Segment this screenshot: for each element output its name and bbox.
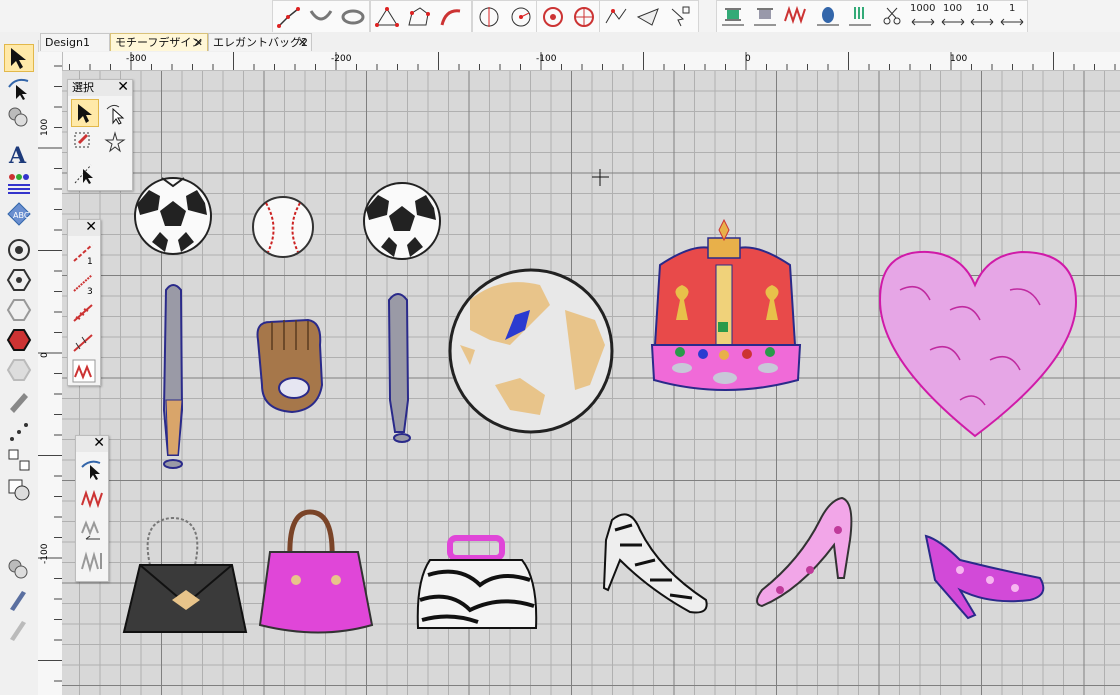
thread-spool-2-icon[interactable]	[749, 2, 781, 32]
pen-gray-icon[interactable]	[4, 616, 34, 644]
svg-text:A: A	[8, 143, 27, 167]
polygon-icon[interactable]	[403, 2, 435, 32]
hexagon-swirl-icon[interactable]	[4, 296, 34, 324]
select-palette: 選択 ✕	[67, 79, 133, 191]
toolbar-group-shapes	[370, 0, 472, 33]
fork-icon[interactable]	[844, 2, 876, 32]
tab-design1[interactable]: Design1	[40, 33, 110, 51]
ruler-label: -300	[126, 54, 147, 64]
point-select-icon[interactable]	[71, 159, 99, 187]
center-circle-icon[interactable]	[473, 2, 505, 32]
close-icon[interactable]: ✕	[85, 219, 97, 235]
zigzag-icon[interactable]	[781, 2, 813, 32]
vertical-ruler-ticks	[38, 65, 62, 682]
pen-icon[interactable]	[4, 388, 34, 416]
fill-select-icon[interactable]	[78, 455, 106, 483]
close-icon[interactable]: ✕	[93, 435, 105, 451]
tab-motif-design[interactable]: モチーフデザイン ✕	[110, 33, 208, 51]
running-stitch-1-icon[interactable]: 1	[70, 239, 98, 267]
tab-label: Design1	[45, 36, 90, 49]
ruler-label: 0	[745, 54, 751, 64]
tab-elegant-bag2[interactable]: エレガントバッグ2 ✕	[208, 33, 312, 51]
lasso-select-icon[interactable]	[101, 99, 129, 127]
left-toolbar: A ABC	[0, 40, 39, 695]
color-boxes-icon[interactable]	[4, 446, 34, 474]
digitize-line-icon[interactable]	[273, 2, 305, 32]
tab-label: モチーフデザイン	[115, 36, 203, 49]
team-names-icon[interactable]	[4, 170, 34, 198]
zigzag-stitch-icon[interactable]	[70, 357, 98, 385]
arc-icon[interactable]	[305, 2, 337, 32]
toolbar-group-stitch: 1000 100 10 1	[716, 0, 1028, 33]
shape-combine-icon[interactable]	[4, 476, 34, 504]
stitch-10-button[interactable]: 10	[967, 2, 997, 32]
plane-icon[interactable]	[632, 2, 664, 32]
svg-text:3: 3	[87, 287, 93, 295]
polyline-icon[interactable]	[600, 2, 632, 32]
close-icon[interactable]: ✕	[194, 34, 203, 52]
hexagon-gray-icon[interactable]	[4, 356, 34, 384]
star-select-icon[interactable]	[101, 129, 129, 157]
feather-stitch-icon[interactable]	[70, 329, 98, 357]
tab-label: エレガントバッグ2	[213, 36, 308, 49]
reshape-icon[interactable]	[4, 74, 34, 102]
top-toolbar: 1000 100 10 1	[0, 0, 1120, 33]
circle-target-icon[interactable]	[4, 236, 34, 264]
text-icon[interactable]: A	[4, 140, 34, 168]
monogram-icon[interactable]: ABC	[4, 200, 34, 228]
hexagon-filled-icon[interactable]	[4, 326, 34, 354]
arc-circle-icon[interactable]	[505, 2, 537, 32]
tatami-fill-icon[interactable]	[78, 517, 106, 545]
fill-palette: ✕	[75, 435, 109, 582]
select-arrow-icon[interactable]	[4, 44, 34, 72]
running-stitch-3-icon[interactable]: 3	[70, 269, 98, 297]
stitch-1-button[interactable]: 1	[997, 2, 1027, 32]
polygon-point-icon[interactable]	[371, 2, 403, 32]
ruler-label: 100	[950, 54, 968, 64]
satin-fill-icon[interactable]	[78, 485, 106, 513]
close-icon[interactable]: ✕	[117, 79, 129, 95]
triple-stitch-icon[interactable]	[70, 299, 98, 327]
design-canvas[interactable]	[62, 71, 1120, 695]
vertical-ruler[interactable]: 100 0 -100	[38, 52, 63, 695]
select-palette-header[interactable]: 選択 ✕	[68, 79, 132, 96]
select-arrow-icon[interactable]	[71, 99, 99, 127]
toolbar-group-lines	[272, 0, 370, 33]
ruler-label: 0	[40, 352, 50, 358]
ruler-label: -100	[40, 543, 50, 564]
svg-text:1: 1	[87, 257, 93, 265]
hexagon-outline-icon[interactable]	[4, 266, 34, 294]
fill-palette-header[interactable]: ✕	[76, 435, 108, 452]
curve-icon[interactable]	[435, 2, 467, 32]
ring-icon[interactable]	[337, 2, 369, 32]
pen-tool-icon[interactable]	[4, 586, 34, 614]
radial-icon[interactable]	[537, 2, 568, 32]
toolbar-group-wheels	[536, 0, 600, 33]
toolbar-group-circles	[472, 0, 538, 33]
svg-text:ABC: ABC	[13, 211, 30, 220]
bobbin-icon[interactable]	[812, 2, 844, 32]
stitch-palette: ✕ 1 3	[67, 219, 101, 386]
thread-spool-icon[interactable]	[717, 2, 749, 32]
palette-title: 選択	[72, 81, 94, 94]
bobbin-stack-icon[interactable]	[4, 104, 34, 132]
document-tabs: Design1 モチーフデザイン ✕ エレガントバッグ2 ✕	[38, 32, 1120, 52]
stitch-palette-header[interactable]: ✕	[68, 219, 100, 236]
bobbin-stack-icon[interactable]	[4, 556, 34, 584]
close-icon[interactable]: ✕	[298, 34, 307, 52]
wheel-icon[interactable]	[568, 2, 599, 32]
scissors-icon[interactable]	[876, 2, 908, 32]
step-fill-icon[interactable]	[78, 547, 106, 575]
ruler-label: -100	[536, 54, 557, 64]
stitch-100-button[interactable]: 100	[938, 2, 968, 32]
stitch-1000-button[interactable]: 1000	[908, 2, 938, 32]
toolbar-group-edit	[599, 0, 699, 33]
box-select-icon[interactable]	[71, 129, 99, 157]
horizontal-ruler[interactable]: -300 -200 -100 0 100	[62, 52, 1120, 71]
ruler-label: -200	[331, 54, 352, 64]
node-edit-icon[interactable]	[664, 2, 696, 32]
dots-icon[interactable]	[4, 418, 34, 446]
ruler-label: 100	[40, 118, 50, 136]
